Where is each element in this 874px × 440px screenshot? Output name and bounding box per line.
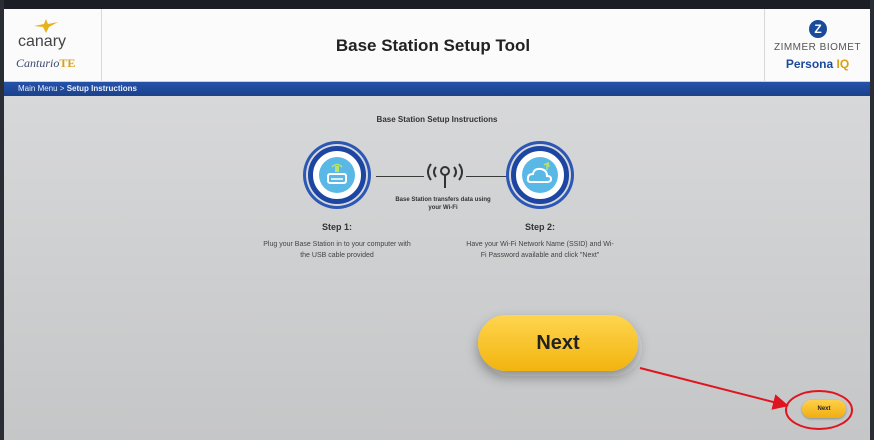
logo-brand-text: canary	[18, 33, 67, 50]
instructions-title: Base Station Setup Instructions	[376, 115, 498, 124]
step1-title: Step 1:	[321, 222, 352, 232]
cloud-wifi-icon	[522, 157, 558, 193]
page-title: Base Station Setup Tool	[335, 36, 531, 55]
canary-logo: canary CanturioTE	[4, 9, 102, 82]
top-bar	[4, 0, 870, 9]
base-station-icon	[319, 157, 355, 193]
header: canary CanturioTE Base Station Setup Too…	[4, 9, 870, 82]
bird-logo-icon	[34, 19, 58, 33]
step2-title: Step 2:	[524, 222, 555, 232]
main-content: Base Station Setup Instructions Base Sta…	[4, 96, 870, 440]
logo-sub-text: CanturioTE	[16, 56, 76, 70]
step1-circle	[308, 146, 366, 204]
connector-right	[466, 176, 512, 177]
step2-circle	[511, 146, 569, 204]
breadcrumb-current: Setup Instructions	[66, 84, 137, 93]
company-name: ZIMMER BIOMET	[773, 42, 862, 53]
step2-description: Have your Wi-Fi Network Name (SSID) and …	[466, 241, 614, 259]
next-button[interactable]: Next	[802, 400, 846, 418]
wifi-tower-icon	[427, 163, 463, 188]
transfer-caption: Base Station transfers data using your W…	[395, 197, 491, 211]
breadcrumb: Main Menu > Setup Instructions	[4, 82, 870, 96]
app-window: canary CanturioTE Base Station Setup Too…	[4, 0, 870, 440]
zimmer-biomet-logo: Z ZIMMER BIOMET Persona IQ	[764, 9, 870, 82]
breadcrumb-separator: >	[57, 84, 67, 93]
next-button-callout: Next	[478, 315, 638, 371]
step1-description: Plug your Base Station in to your comput…	[263, 241, 411, 259]
connector-left	[376, 176, 424, 177]
product-name: Persona IQ	[785, 57, 850, 71]
breadcrumb-main-menu[interactable]: Main Menu	[18, 84, 58, 93]
zimmer-mark-icon: Z	[809, 20, 827, 38]
